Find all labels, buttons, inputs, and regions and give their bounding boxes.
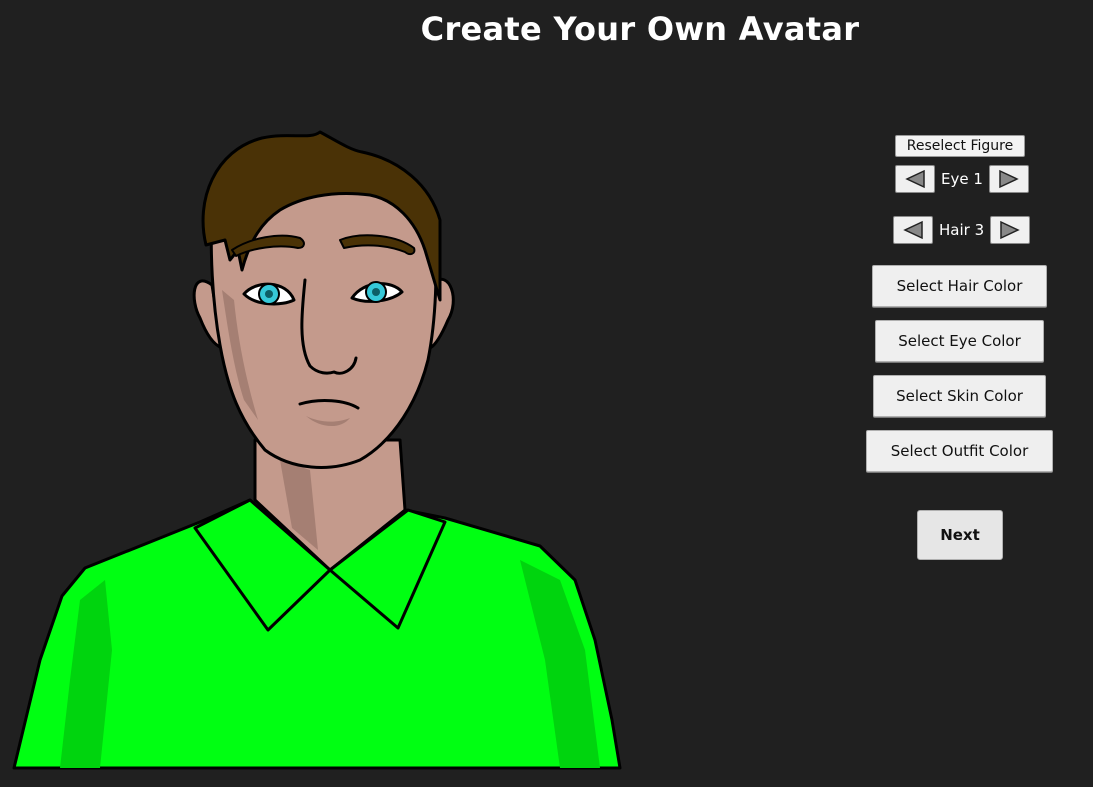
- right-arrow-icon: [1000, 220, 1020, 240]
- select-hair-color-button[interactable]: Select Hair Color: [872, 265, 1047, 307]
- select-skin-color-button[interactable]: Select Skin Color: [873, 375, 1046, 417]
- eye-next-button[interactable]: [988, 165, 1029, 193]
- hair-cycler: Hair 3: [893, 216, 1031, 244]
- avatar-preview: [12, 130, 622, 770]
- eye-style-label: Eye 1: [941, 170, 983, 188]
- reselect-figure-button[interactable]: Reselect Figure: [895, 135, 1025, 157]
- eye-prev-button[interactable]: [895, 165, 935, 193]
- select-outfit-color-button[interactable]: Select Outfit Color: [866, 430, 1053, 472]
- left-arrow-icon: [905, 169, 925, 189]
- avatar-eye-pupil: [265, 290, 273, 298]
- right-arrow-icon: [999, 169, 1019, 189]
- eye-cycler: Eye 1: [895, 165, 1029, 193]
- next-button[interactable]: Next: [917, 510, 1003, 560]
- left-arrow-icon: [903, 220, 923, 240]
- hair-style-label: Hair 3: [939, 221, 985, 239]
- avatar-eye-pupil: [372, 288, 380, 296]
- select-eye-color-button[interactable]: Select Eye Color: [875, 320, 1044, 362]
- hair-next-button[interactable]: [990, 216, 1031, 244]
- page-title: Create Your Own Avatar: [420, 10, 860, 48]
- hair-prev-button[interactable]: [893, 216, 933, 244]
